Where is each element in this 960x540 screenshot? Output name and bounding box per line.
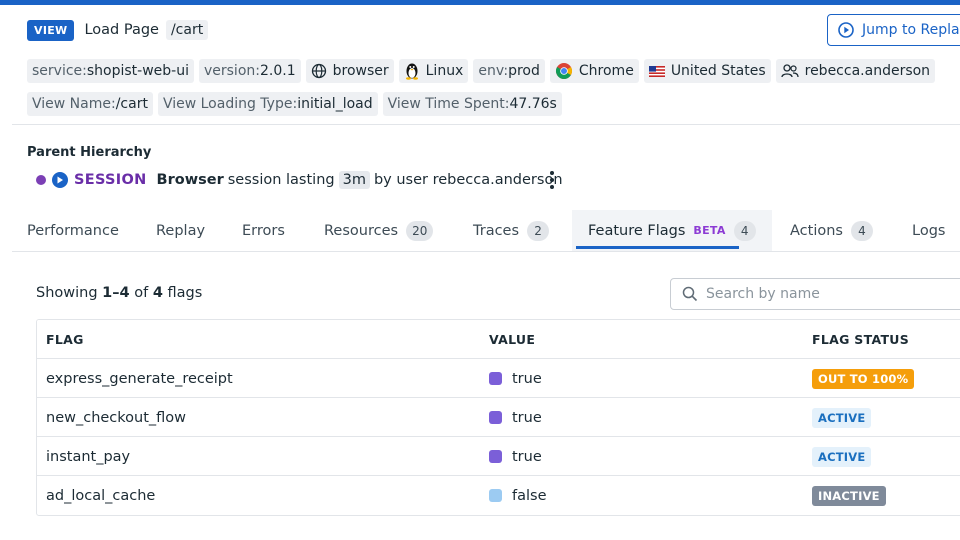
tab-actions[interactable]: Actions 4 [790,210,873,251]
linux-penguin-icon [404,62,420,80]
search-input[interactable] [706,286,926,302]
tag-view-name[interactable]: View Name:/cart [27,92,153,116]
chrome-icon [555,62,573,80]
search-field[interactable] [670,278,960,310]
tab-count-badge: 4 [850,220,873,241]
column-header-value[interactable]: VALUE [489,320,535,359]
flag-value: false [489,476,547,515]
tag-view-time-spent[interactable]: View Time Spent: 47.76s [382,92,562,116]
tab-bar: Performance Replay Errors Resources 20 T… [12,210,960,252]
value-swatch [489,489,502,502]
view-badge: VIEW [27,19,75,41]
column-header-flag[interactable]: FLAG [46,320,84,359]
view-title: Load Page [84,22,159,38]
flag-status: ACTIVE [812,398,872,437]
parent-hierarchy-title: Parent Hierarchy [27,145,152,160]
search-icon [682,286,698,302]
flag-status: OUT TO 100% [812,359,915,398]
value-swatch [489,372,502,385]
session-text: session lasting [227,172,335,188]
active-tab-indicator [576,246,739,249]
tab-feature-flags[interactable]: Feature Flags BETA 4 [572,210,772,251]
flag-name: express_generate_receipt [46,370,233,387]
value-swatch [489,450,502,463]
beta-badge: BETA [693,224,726,237]
column-header-status[interactable]: FLAG STATUS [812,320,909,359]
session-duration: 3m [338,171,370,189]
flag-name: new_checkout_flow [46,409,187,426]
flag-status: ACTIVE [812,437,872,476]
section-divider [12,124,960,125]
globe-icon [311,63,327,79]
tab-resources[interactable]: Resources 20 [324,210,434,251]
tab-errors[interactable]: Errors [242,210,285,251]
session-kind: Browser [156,172,224,188]
session-dot [36,175,46,185]
flag-value: true [489,359,542,398]
flag-status: INACTIVE [812,476,886,515]
parent-hierarchy-session[interactable]: SESSION Browser session lasting 3m by us… [36,168,563,192]
tag-os[interactable]: Linux [398,59,469,83]
tag-chrome[interactable]: Chrome [549,59,639,83]
play-icon [52,172,68,188]
play-circle-icon [838,22,854,38]
tag-service[interactable]: service: shopist-web-ui [27,59,194,83]
tab-count-badge: 4 [733,220,756,241]
tag-browser[interactable]: browser [305,59,394,83]
feature-flags-table: FLAG VALUE FLAG STATUS express_generate_… [36,319,960,516]
tab-count-badge: 2 [527,220,550,241]
flag-name: ad_local_cache [46,487,156,504]
session-user-text: by user rebecca.anderson [373,172,563,188]
tag-country[interactable]: United States [643,59,771,83]
flag-value: true [489,437,542,476]
tag-version[interactable]: version: 2.0.1 [198,59,301,83]
tags-row-1: service: shopist-web-ui version: 2.0.1 bro… [27,59,936,83]
tag-user[interactable]: rebecca.anderson [775,59,936,83]
tab-replay[interactable]: Replay [156,210,205,251]
table-row[interactable]: ad_local_cache false INACTIVE [37,476,960,515]
flag-value: true [489,398,542,437]
more-options-icon[interactable] [548,171,556,189]
value-swatch [489,411,502,424]
status-badge: OUT TO 100% [812,368,915,389]
tab-count-badge: 20 [406,220,434,241]
view-header: VIEW Load Page /cart [27,18,209,42]
session-label: SESSION [74,172,147,188]
table-row[interactable]: express_generate_receipt true OUT TO 100… [37,359,960,398]
jump-to-replay-button[interactable]: Jump to Replay [827,14,960,46]
status-badge: INACTIVE [812,485,886,506]
table-row[interactable]: instant_pay true ACTIVE [37,437,960,476]
us-flag-icon [648,65,665,77]
status-badge: ACTIVE [812,407,872,428]
table-row[interactable]: new_checkout_flow true ACTIVE [37,398,960,437]
tab-logs[interactable]: Logs [912,210,945,251]
top-accent-bar [0,0,960,5]
view-path: /cart [165,20,209,40]
tags-row-2: View Name:/cart View Loading Type: initia… [27,92,562,116]
table-header: FLAG VALUE FLAG STATUS [37,320,960,359]
flag-name: instant_pay [46,448,131,465]
tab-traces[interactable]: Traces 2 [473,210,550,251]
tab-performance[interactable]: Performance [27,210,119,251]
status-badge: ACTIVE [812,446,872,467]
tag-view-loading-type[interactable]: View Loading Type: initial_load [157,92,378,116]
jump-to-replay-label: Jump to Replay [862,22,960,38]
results-summary: Showing 1–4 of 4 flags [36,285,203,301]
tag-env[interactable]: env: prod [473,59,545,83]
users-icon [780,63,799,79]
